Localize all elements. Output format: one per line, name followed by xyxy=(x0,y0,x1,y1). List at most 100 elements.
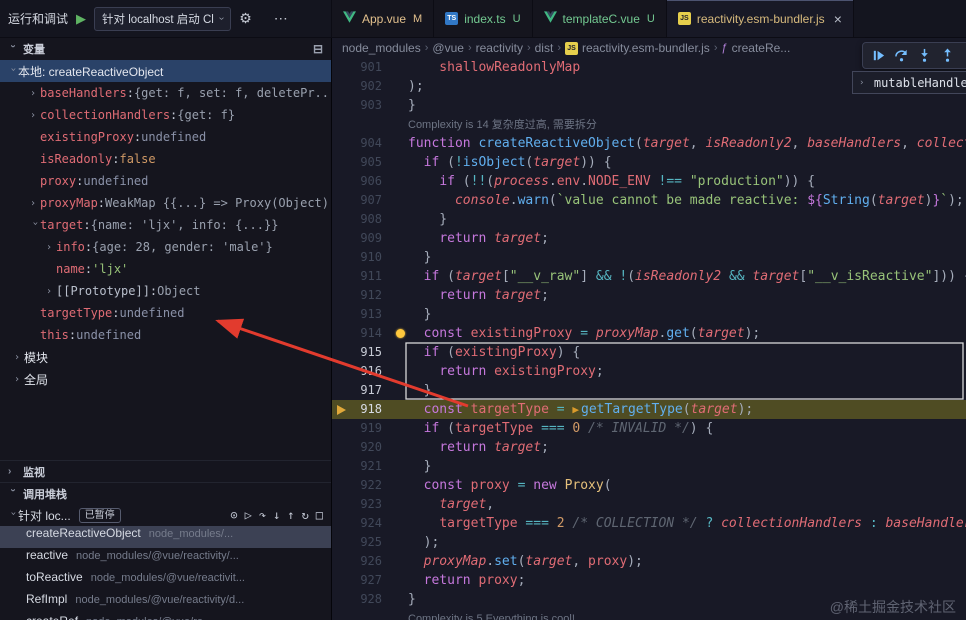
line-number[interactable]: 919 xyxy=(332,419,382,438)
code-line[interactable]: 926 proxyMap.set(target, proxy); xyxy=(332,552,966,571)
variable-row[interactable]: › [[Prototype]]: Object xyxy=(0,280,331,302)
line-number[interactable]: 906 xyxy=(332,172,382,191)
code-line[interactable]: 916 return existingProxy; xyxy=(332,362,966,381)
line-number[interactable]: 922 xyxy=(332,476,382,495)
variable-row[interactable]: › baseHandlers: {get: f, set: f, deletePr… xyxy=(0,82,331,104)
scope-row-local[interactable]: › 本地: createReactiveObject xyxy=(0,60,331,82)
stack-frame-row[interactable]: RefImpl node_modules/@vue/reactivity/d... xyxy=(0,592,331,614)
code-line[interactable]: 921 } xyxy=(332,457,966,476)
watch-section-header[interactable]: › 监视 xyxy=(0,460,331,482)
stack-frame-row[interactable]: toReactive node_modules/@vue/reactivit... xyxy=(0,570,331,592)
inline-breakpoint-icon[interactable]: ▶ xyxy=(572,403,579,416)
code-line[interactable]: 911 if (target["__v_raw"] && !(isReadonl… xyxy=(332,267,966,286)
variable-row[interactable]: › info: {age: 28, gender: 'male'} xyxy=(0,236,331,258)
line-number[interactable]: 920 xyxy=(332,438,382,457)
code-line[interactable]: 914 const existingProxy = proxyMap.get(t… xyxy=(332,324,966,343)
chevron-right-icon[interactable]: › xyxy=(30,110,40,121)
line-number[interactable]: 901 xyxy=(332,58,382,77)
code-line[interactable]: 920 return target; xyxy=(332,438,966,457)
line-number[interactable]: 907 xyxy=(332,191,382,210)
code-line[interactable]: 904 function createReactiveObject(target,… xyxy=(332,134,966,153)
code-line[interactable]: 922 const proxy = new Proxy( xyxy=(332,476,966,495)
line-number[interactable]: 909 xyxy=(332,229,382,248)
variable-row[interactable]: › proxyMap: WeakMap {{...} => Proxy(Objec… xyxy=(0,192,331,214)
line-number[interactable]: 923 xyxy=(332,495,382,514)
code-line[interactable]: 924 targetType === 2 /* COLLECTION */ ? … xyxy=(332,514,966,533)
step-out-icon[interactable]: ↑ xyxy=(287,508,294,522)
code-line[interactable]: 912 return target; xyxy=(332,286,966,305)
code-line[interactable]: 925 ); xyxy=(332,533,966,552)
line-number[interactable]: 911 xyxy=(332,267,382,286)
variable-row[interactable]: isReadonly: false xyxy=(0,148,331,170)
breadcrumb-item[interactable]: reactivity.esm-bundler.js xyxy=(582,41,710,55)
variable-row[interactable]: › collectionHandlers: {get: f} xyxy=(0,104,331,126)
gear-icon[interactable]: ⚙ xyxy=(239,10,252,27)
code-line[interactable]: 905 if (!isObject(target)) { xyxy=(332,153,966,172)
line-number[interactable]: 915 xyxy=(332,343,382,362)
code-line[interactable]: 903} xyxy=(332,96,966,115)
line-number[interactable]: 926 xyxy=(332,552,382,571)
line-number[interactable]: 917 xyxy=(332,381,382,400)
variable-row[interactable]: targetType: undefined xyxy=(0,302,331,324)
line-number[interactable]: 913 xyxy=(332,305,382,324)
stack-frame-row[interactable]: createRef node_modules/@vue/re... xyxy=(0,614,331,620)
stack-frame-row[interactable]: createReactiveObject node_modules/... xyxy=(0,526,331,548)
line-number[interactable]: 927 xyxy=(332,571,382,590)
breadcrumb-item[interactable]: reactivity xyxy=(476,41,523,55)
code-line[interactable]: 915 if (existingProxy) { xyxy=(332,343,966,362)
line-number[interactable]: 928 xyxy=(332,590,382,609)
line-number[interactable]: 902 xyxy=(332,77,382,96)
lightbulb-icon[interactable] xyxy=(396,329,405,338)
continue-icon[interactable] xyxy=(870,48,886,64)
code-line[interactable]: 918 const targetType = ▶ getTargetType(ta… xyxy=(332,400,966,419)
line-number[interactable]: 916 xyxy=(332,362,382,381)
line-number[interactable]: 905 xyxy=(332,153,382,172)
code-line[interactable]: 927 return proxy; xyxy=(332,571,966,590)
line-number[interactable]: 903 xyxy=(332,96,382,115)
code-line[interactable]: 906 if (!!(process.env.NODE_ENV !== "pro… xyxy=(332,172,966,191)
variable-row[interactable]: existingProxy: undefined xyxy=(0,126,331,148)
debug-hover-widget[interactable]: › mutableHandler xyxy=(852,71,966,94)
code-line[interactable]: 909 return target; xyxy=(332,229,966,248)
close-icon[interactable]: × xyxy=(834,11,842,27)
line-number[interactable]: 925 xyxy=(332,533,382,552)
breadcrumb-item[interactable]: node_modules xyxy=(342,41,421,55)
stop-icon[interactable]: □ xyxy=(316,508,323,522)
variables-section-header[interactable]: › 变量 ⊟ xyxy=(0,38,331,60)
callstack-section-header[interactable]: › 调用堆栈 xyxy=(0,482,331,504)
chevron-right-icon[interactable]: › xyxy=(30,198,40,209)
line-number[interactable]: 921 xyxy=(332,457,382,476)
code-line[interactable]: 910 } xyxy=(332,248,966,267)
line-number[interactable]: 914 xyxy=(332,324,382,343)
chevron-right-icon[interactable]: › xyxy=(46,286,56,297)
line-number[interactable]: 908 xyxy=(332,210,382,229)
tab-reactivity.esm-bundler.js[interactable]: JS reactivity.esm-bundler.js × xyxy=(666,0,854,37)
chevron-down-icon[interactable]: › xyxy=(30,220,41,230)
pause-circle-icon[interactable]: ⊙ xyxy=(230,508,237,522)
line-number[interactable]: 910 xyxy=(332,248,382,267)
code-line[interactable]: 913 } xyxy=(332,305,966,324)
debug-config-dropdown[interactable]: 针对 localhost 启动 Cl › xyxy=(94,6,232,31)
code-line[interactable]: 907 console.warn(`value cannot be made r… xyxy=(332,191,966,210)
tab-index.ts[interactable]: TS index.ts U xyxy=(434,0,533,37)
step-into-icon[interactable] xyxy=(916,48,932,64)
debug-session-row[interactable]: › 针对 loc... 已暂停 ⊙ ▷ ↷ ↓ ↑ ↻ □ xyxy=(0,504,331,526)
variable-row[interactable]: name: 'ljx' xyxy=(0,258,331,280)
variable-row[interactable]: › target: {name: 'ljx', info: {...}} xyxy=(0,214,331,236)
scope-section-模块[interactable]: › 模块 xyxy=(0,346,331,368)
line-number[interactable]: 912 xyxy=(332,286,382,305)
code-line[interactable]: 917 } xyxy=(332,381,966,400)
code-line[interactable]: 908 } xyxy=(332,210,966,229)
start-debug-icon[interactable]: ▶ xyxy=(76,11,86,27)
variable-row[interactable]: this: undefined xyxy=(0,324,331,346)
collapse-all-icon[interactable]: ⊟ xyxy=(313,42,323,56)
tab-App.vue[interactable]: App.vue M xyxy=(332,0,435,37)
stack-frame-row[interactable]: reactive node_modules/@vue/reactivity/... xyxy=(0,548,331,570)
breadcrumb-item[interactable]: dist xyxy=(535,41,554,55)
more-actions-icon[interactable]: ⋯ xyxy=(274,10,289,27)
code-line[interactable]: 923 target, xyxy=(332,495,966,514)
restart-icon[interactable]: ↻ xyxy=(302,508,309,522)
breadcrumb-item[interactable]: createRe... xyxy=(732,41,791,55)
line-number[interactable]: 904 xyxy=(332,134,382,153)
tab-templateC.vue[interactable]: templateC.vue U xyxy=(532,0,667,37)
